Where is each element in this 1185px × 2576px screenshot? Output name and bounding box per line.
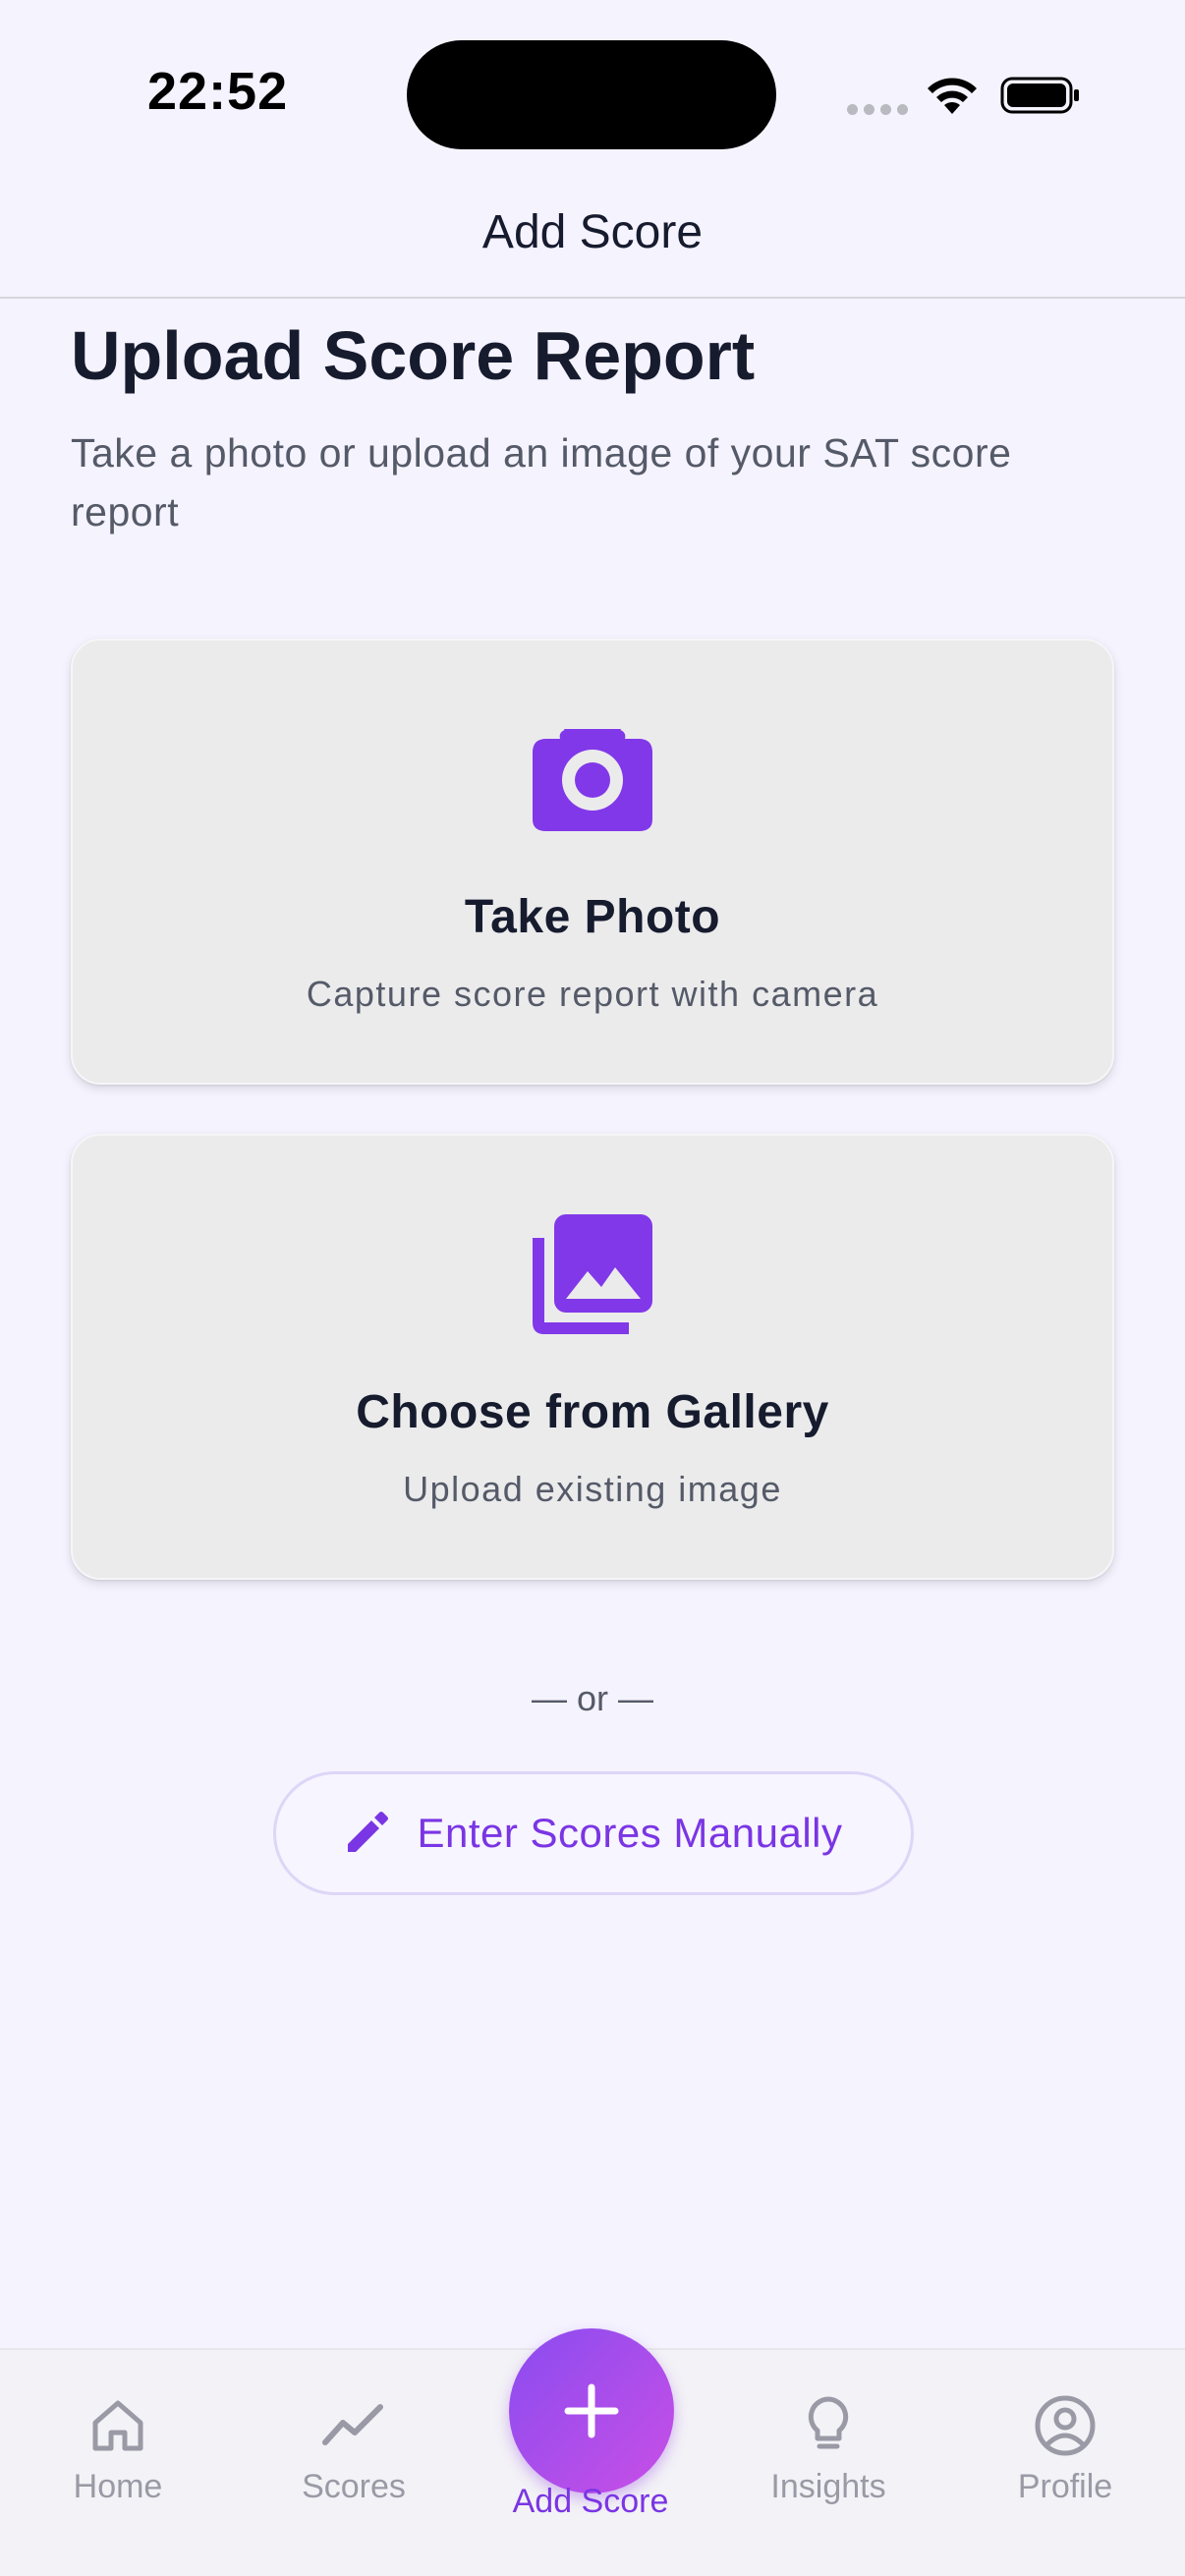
add-score-fab[interactable] xyxy=(509,2328,674,2493)
enter-scores-manually-label: Enter Scores Manually xyxy=(417,1810,843,1856)
nav-bar: Add Score xyxy=(0,187,1185,299)
nav-title: Add Score xyxy=(481,205,704,258)
gallery-subtitle: Upload existing image xyxy=(403,1469,782,1509)
tab-scores[interactable]: Scores xyxy=(255,2350,452,2576)
profile-icon xyxy=(1035,2395,1096,2456)
status-time: 22:52 xyxy=(147,62,289,121)
take-photo-title: Take Photo xyxy=(464,891,721,943)
dynamic-island xyxy=(407,40,776,149)
or-divider: — or — xyxy=(531,1678,653,1718)
tab-insights[interactable]: Insights xyxy=(730,2350,927,2576)
status-bar: 22:52 xyxy=(0,0,1185,187)
main-content: Upload Score Report Take a photo or uplo… xyxy=(71,299,1114,1895)
choose-gallery-card[interactable]: Choose from Gallery Upload existing imag… xyxy=(71,1134,1114,1580)
gallery-title: Choose from Gallery xyxy=(356,1386,829,1438)
battery-icon xyxy=(1000,77,1079,114)
tab-home[interactable]: Home xyxy=(20,2350,216,2576)
pencil-icon xyxy=(348,1812,389,1852)
wifi-icon xyxy=(928,78,977,114)
take-photo-subtitle: Capture score report with camera xyxy=(306,974,879,1014)
page-subtitle: Take a photo or upload an image of your … xyxy=(71,430,1012,534)
tab-insights-label: Insights xyxy=(770,2468,886,2505)
signal-dots-icon xyxy=(847,104,908,115)
page-heading: Upload Score Report xyxy=(71,317,756,394)
plus-icon xyxy=(564,2383,619,2438)
tab-profile[interactable]: Profile xyxy=(967,2350,1163,2576)
tab-home-label: Home xyxy=(73,2468,163,2505)
camera-icon xyxy=(533,729,652,831)
trend-icon xyxy=(322,2404,383,2445)
enter-scores-manually-button[interactable]: Enter Scores Manually xyxy=(273,1771,914,1895)
tab-add-score-label[interactable]: Add Score xyxy=(492,2483,689,2521)
tab-profile-label: Profile xyxy=(1017,2468,1113,2505)
tab-scores-label: Scores xyxy=(302,2468,406,2505)
lightbulb-icon xyxy=(808,2396,849,2449)
take-photo-card[interactable]: Take Photo Capture score report with cam… xyxy=(71,639,1114,1085)
gallery-icon xyxy=(533,1214,652,1334)
home-icon xyxy=(92,2400,143,2451)
